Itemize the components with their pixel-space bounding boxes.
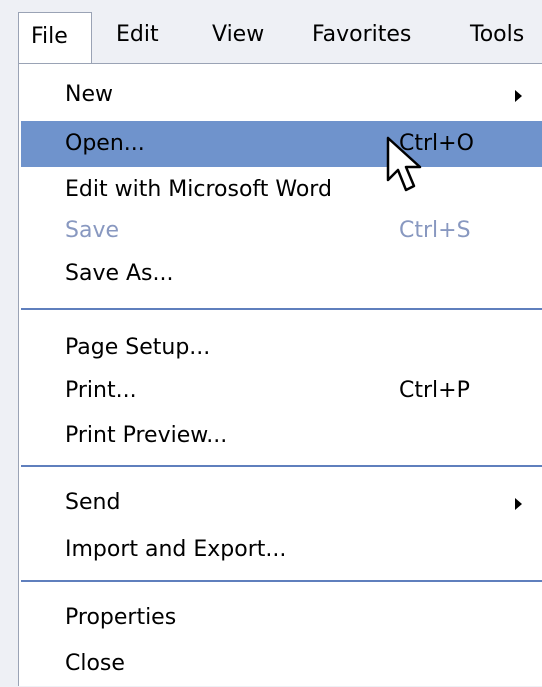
menu-view[interactable]: View — [212, 12, 264, 58]
menu-item-properties[interactable]: Properties — [21, 595, 542, 641]
submenu-arrow-icon — [515, 498, 522, 510]
menu-item-print-label: Print... — [65, 378, 137, 403]
menu-item-save-label: Save — [65, 218, 120, 243]
menu-item-send[interactable]: Send — [21, 480, 542, 526]
submenu-arrow-icon — [515, 90, 522, 102]
menu-item-close-label: Close — [65, 651, 125, 676]
menu-favorites[interactable]: Favorites — [312, 12, 411, 58]
menu-item-page-setup-label: Page Setup... — [65, 335, 211, 360]
menu-file[interactable]: File — [18, 12, 92, 64]
menu-item-save-as[interactable]: Save As... — [21, 251, 542, 297]
menu-tools[interactable]: Tools — [470, 12, 524, 58]
menu-item-print-preview-label: Print Preview... — [65, 423, 228, 448]
menu-item-new[interactable]: New — [21, 72, 542, 118]
menu-favorites-label: Favorites — [312, 22, 412, 47]
menu-item-send-label: Send — [65, 490, 121, 515]
menu-item-save-as-label: Save As... — [65, 261, 174, 286]
menu-item-properties-label: Properties — [65, 605, 177, 630]
menu-item-save: Save Ctrl+S — [21, 208, 542, 254]
menu-edit[interactable]: Edit — [116, 12, 159, 58]
mouse-pointer-icon — [386, 136, 422, 192]
menu-file-label: File — [31, 24, 68, 49]
menu-item-open[interactable]: Open... Ctrl+O — [21, 121, 542, 167]
menu-edit-label: Edit — [116, 22, 159, 47]
menu-separator — [21, 580, 542, 582]
menu-item-close[interactable]: Close — [21, 641, 542, 687]
menu-item-edit-with-word-label: Edit with Microsoft Word — [65, 177, 332, 202]
menu-item-new-label: New — [65, 82, 113, 107]
menu-item-open-label: Open... — [65, 131, 145, 156]
menu-item-print-shortcut: Ctrl+P — [399, 378, 470, 403]
menu-item-import-export[interactable]: Import and Export... — [21, 527, 542, 573]
menu-bar: File Edit View Favorites Tools — [0, 0, 542, 66]
menu-item-page-setup[interactable]: Page Setup... — [21, 325, 542, 371]
menu-view-label: View — [212, 22, 265, 47]
menu-separator — [21, 465, 542, 467]
menu-separator — [21, 308, 542, 310]
menu-item-import-export-label: Import and Export... — [65, 537, 287, 562]
file-menu-dropdown: New Open... Ctrl+O Edit with Microsoft W… — [18, 63, 542, 686]
menu-item-print[interactable]: Print... Ctrl+P — [21, 368, 542, 414]
menu-item-edit-with-word[interactable]: Edit with Microsoft Word — [21, 167, 542, 213]
menu-item-print-preview[interactable]: Print Preview... — [21, 413, 542, 459]
menu-tools-label: Tools — [470, 22, 525, 47]
menu-item-save-shortcut: Ctrl+S — [399, 218, 471, 243]
